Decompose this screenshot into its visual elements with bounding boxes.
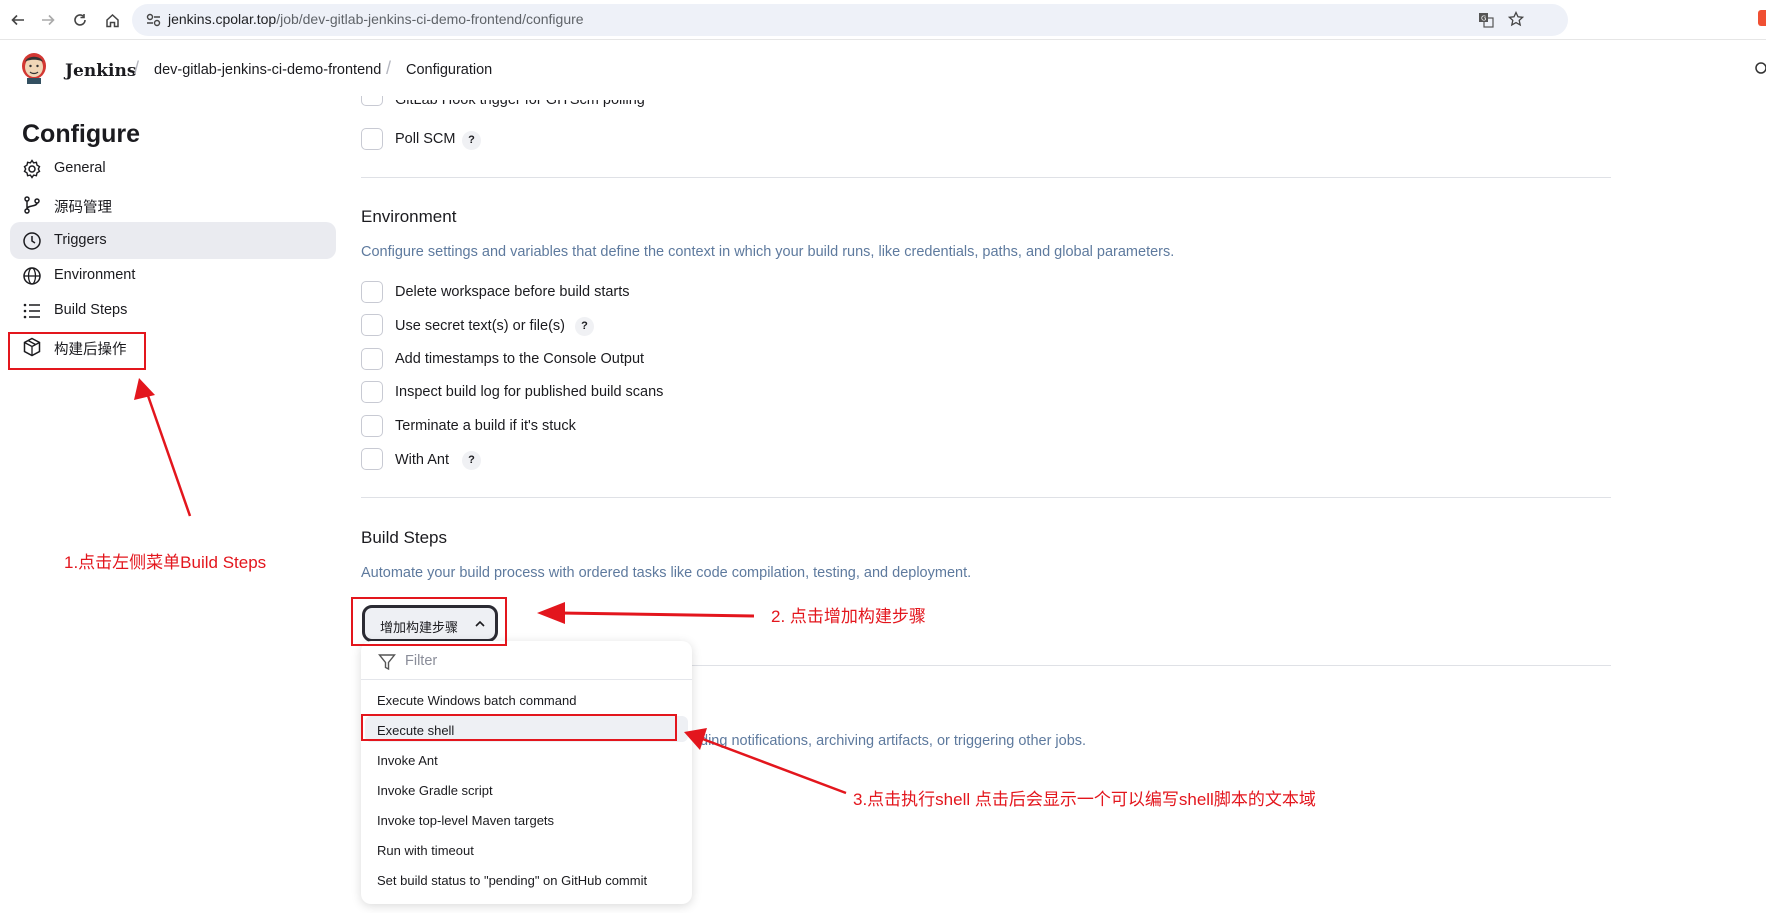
help-icon[interactable]: ? [462,131,481,150]
sidebar-item-general[interactable]: General [10,150,336,187]
arrowhead [134,378,155,400]
option-label: Delete workspace before build starts [395,284,630,300]
checkbox-inspect-build-log[interactable] [361,381,383,403]
svg-text:G: G [1481,15,1486,23]
help-icon[interactable]: ? [575,317,594,336]
menu-item-run-with-timeout[interactable]: Run with timeout [377,843,474,858]
option-label: With Ant [395,452,449,468]
back-arrow-icon[interactable] [8,10,28,30]
url-text: jenkins.cpolar.top/job/dev-gitlab-jenkin… [168,11,584,27]
section-divider [361,177,1611,178]
search-icon[interactable] [1754,62,1766,76]
breadcrumb-separator: / [134,58,140,78]
translate-icon[interactable]: G [1478,12,1494,28]
menu-item-invoke-ant[interactable]: Invoke Ant [377,753,438,768]
breadcrumb-configuration[interactable]: Configuration [406,62,492,78]
filter-icon [378,654,396,671]
reload-icon[interactable] [70,10,90,30]
sidebar-item-label: General [54,160,106,176]
annotation-box-execute-shell [361,714,677,741]
menu-item-invoke-maven[interactable]: Invoke top-level Maven targets [377,813,554,828]
site-settings-icon[interactable] [146,13,161,27]
menu-item-execute-windows-batch[interactable]: Execute Windows batch command [377,693,576,708]
sidebar-item-label: Build Steps [54,302,128,318]
jenkins-logo-icon[interactable] [20,52,48,84]
option-label: Add timestamps to the Console Output [395,351,645,367]
annotation-step3: 3.点击执行shell 点击后会显示一个可以编写shell脚本的文本域 [853,790,1316,809]
sidebar-item-label: Environment [54,267,136,283]
partial-trigger-label: GitLab Hook trigger for GITScm polling [395,100,645,108]
arrow-step2 [537,602,755,624]
poll-scm-label: Poll SCM [395,131,456,147]
sidebar-item-environment[interactable]: Environment [10,257,336,294]
extension-icon[interactable] [1758,10,1766,26]
arrow-step1 [134,378,192,517]
section-divider [361,497,1611,498]
breadcrumb-separator: / [386,58,392,78]
checkbox-terminate-stuck[interactable] [361,415,383,437]
gear-icon [23,159,41,179]
sidebar-item-build-steps[interactable]: Build Steps [10,292,336,329]
filter-input[interactable] [405,649,675,673]
jenkins-brand[interactable]: Jenkins [65,61,136,81]
help-icon[interactable]: ? [462,451,481,470]
build-steps-description: Automate your build process with ordered… [361,565,972,581]
checkbox-with-ant[interactable] [361,448,383,470]
checkbox-timestamps[interactable] [361,348,383,370]
build-steps-title: Build Steps [361,528,447,547]
annotation-step1: 1.点击左侧菜单Build Steps [64,553,267,572]
checkbox-delete-workspace[interactable] [361,281,383,303]
browser-toolbar: G jenkins.cpolar.top/job/dev-gitlab-jenk… [0,0,1766,40]
sidebar-item-source-code[interactable]: 源码管理 [10,186,336,223]
bookmark-star-icon[interactable] [1508,11,1524,27]
arrowhead [537,602,565,624]
annotation-arrows [134,378,847,795]
menu-item-set-build-status-pending[interactable]: Set build status to "pending" on GitHub … [377,873,647,888]
list-icon [23,303,40,319]
forward-arrow-icon[interactable] [38,10,58,30]
build-step-dropdown: Execute Windows batch command Execute sh… [361,641,692,904]
environment-title: Environment [361,207,457,226]
environment-description: Configure settings and variables that de… [361,244,1175,260]
page-title: Configure [22,120,141,148]
sidebar-item-label: 源码管理 [54,200,112,216]
annotation-box-build-steps [8,332,146,370]
sidebar-item-label: Triggers [54,232,107,248]
git-branch-icon [24,196,40,214]
jenkins-header: Jenkins / dev-gitlab-jenkins-ci-demo-fro… [0,40,1766,100]
partial-trigger-row: GitLab Hook trigger for GITScm polling [361,100,1611,112]
breadcrumb-job[interactable]: dev-gitlab-jenkins-ci-demo-frontend [154,62,381,78]
home-icon[interactable] [102,10,122,30]
sidebar-item-triggers[interactable]: Triggers [10,222,336,259]
clock-icon [23,232,41,250]
annotation-step2: 2. 点击增加构建步骤 [771,607,926,626]
option-label: Terminate a build if it's stuck [395,418,576,434]
dropdown-divider [361,679,692,680]
option-label: Use secret text(s) or file(s) [395,318,565,334]
checkbox-use-secret[interactable] [361,314,383,336]
option-label: Inspect build log for published build sc… [395,384,664,400]
menu-item-invoke-gradle[interactable]: Invoke Gradle script [377,783,493,798]
globe-icon [23,267,41,285]
annotation-box-add-step [351,597,507,646]
checkbox-poll-scm[interactable] [361,128,383,150]
post-build-description: ding notifications, archiving artifacts,… [700,733,1087,749]
